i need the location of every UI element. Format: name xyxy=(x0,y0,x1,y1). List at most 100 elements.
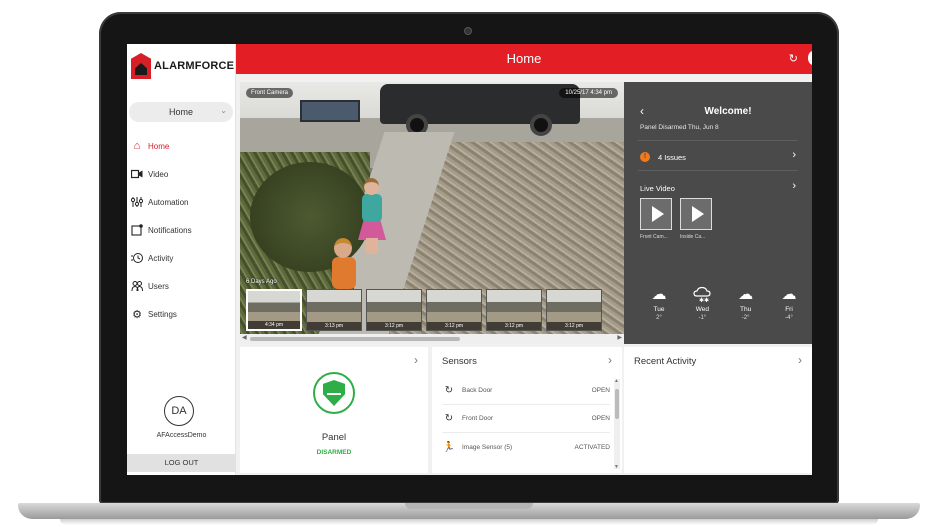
live-camera-tile[interactable]: Inside Ca... xyxy=(680,198,714,240)
cloud-icon: ☁ xyxy=(738,286,754,303)
panel-name: Panel xyxy=(321,432,347,443)
forecast-day-name: Thu xyxy=(740,306,752,313)
location-select[interactable]: Home ⌄ xyxy=(129,102,233,122)
camera-preview[interactable] xyxy=(640,198,672,230)
video-frame-trailer xyxy=(300,100,360,122)
sidebar-item-label: Home xyxy=(148,141,170,151)
forecast-temp: -4° xyxy=(785,315,793,321)
cloud-icon: ☁ xyxy=(781,286,797,303)
chevron-right-icon[interactable]: › xyxy=(414,353,418,367)
forecast-day: ✱✱ Wed -1° xyxy=(687,286,717,321)
clip-time: 4:34 pm xyxy=(248,321,300,329)
live-video-link[interactable]: Live Video xyxy=(640,184,675,193)
panel-status-summary: Panel Disarmed Thu, Jun 8 xyxy=(640,124,719,131)
live-camera-tile[interactable]: Front Cam... xyxy=(640,198,674,240)
user-name: AFAccessDemo xyxy=(156,432,207,439)
scrollbar-thumb[interactable] xyxy=(250,337,460,341)
clip-thumbnails: 4:34 pm 3:13 pm 3:12 pm 3:12 pm 3:12 pm … xyxy=(246,289,624,331)
sensor-row[interactable]: ↻ Back Door OPEN xyxy=(442,377,610,405)
issues-link[interactable]: 4 Issues xyxy=(658,153,686,162)
logout-button[interactable]: LOG OUT xyxy=(127,454,236,472)
svg-text:✱✱: ✱✱ xyxy=(699,297,709,304)
sidebar-item-home[interactable]: ⌂ Home xyxy=(127,132,236,160)
sidebar-item-automation[interactable]: Automation xyxy=(127,188,236,216)
recent-activity-card[interactable]: Recent Activity › xyxy=(624,347,812,473)
activity-icon xyxy=(130,251,144,265)
sensors-card: Sensors › ↻ Back Door OPEN ↻ Front Door … xyxy=(432,347,622,473)
home-icon: ⌂ xyxy=(133,140,141,152)
laptop-shadow xyxy=(60,519,878,525)
scroll-up-icon[interactable]: ▲ xyxy=(614,378,619,384)
sensor-name: Back Door xyxy=(462,387,493,394)
video-camera-icon xyxy=(130,167,144,181)
chevron-right-icon[interactable]: › xyxy=(792,180,796,192)
door-sensor-icon: ↻ xyxy=(444,385,454,396)
clip-thumbnail[interactable]: 3:12 pm xyxy=(366,289,422,331)
clip-time: 3:12 pm xyxy=(427,322,481,330)
video-frame-wheel xyxy=(530,114,552,136)
camera-preview[interactable] xyxy=(680,198,712,230)
warning-icon: ! xyxy=(640,152,650,162)
clip-time: 3:13 pm xyxy=(307,322,361,330)
sensor-row[interactable]: ↻ Front Door OPEN xyxy=(442,405,610,433)
users-icon xyxy=(130,279,144,293)
scrollbar-thumb[interactable] xyxy=(615,389,619,419)
forecast-temp: -2° xyxy=(741,315,750,321)
gear-icon: ⚙ xyxy=(132,308,142,321)
avatar[interactable]: DA xyxy=(164,396,194,426)
forecast-day: ☁ Thu -2° xyxy=(731,286,761,321)
clip-thumbnail[interactable]: 3:13 pm xyxy=(306,289,362,331)
clip-thumbnail[interactable]: 3:12 pm xyxy=(546,289,602,331)
sensor-name: Front Door xyxy=(462,415,494,422)
sensor-status: OPEN xyxy=(591,387,610,394)
video-frame-child xyxy=(332,257,356,289)
shield-dash-icon xyxy=(327,393,341,395)
scroll-left-icon[interactable]: ◀ xyxy=(242,334,247,341)
brand-logo[interactable]: ALARMFORCE xyxy=(127,44,236,88)
alarmforce-logo-icon xyxy=(131,53,151,79)
clip-thumbnail[interactable]: 4:34 pm xyxy=(246,289,302,331)
sidebar-item-users[interactable]: Users xyxy=(127,272,236,300)
weather-forecast: ☁ Tue 2° ✱✱ Wed -1° ☁ Thu -2° ☁ Fri -4° xyxy=(644,286,804,321)
motion-sensor-icon: 🏃 xyxy=(442,441,456,453)
sidebar-nav: ⌂ Home Video Automation Notifications Ac… xyxy=(127,132,236,328)
clip-strip-label: 6 Days Ago xyxy=(246,279,277,285)
forecast-day-name: Wed xyxy=(695,306,709,313)
clip-scrollbar[interactable]: ◀ ▶ xyxy=(240,334,624,344)
clip-thumbnail[interactable]: 3:12 pm xyxy=(426,289,482,331)
sensors-scrollbar[interactable]: ▲ ▼ xyxy=(614,378,620,470)
sidebar-item-notifications[interactable]: Notifications xyxy=(127,216,236,244)
chevron-down-icon: ⌄ xyxy=(220,106,227,115)
location-select-value: Home xyxy=(168,107,193,117)
sensors-title: Sensors xyxy=(442,356,477,367)
video-player[interactable]: Front Camera 10/25/17 4:34 pm 6 Days Ago… xyxy=(240,82,624,344)
chevron-right-icon[interactable]: › xyxy=(792,149,796,161)
clip-thumbnail[interactable]: 3:12 pm xyxy=(486,289,542,331)
welcome-panel: ‹ Welcome! Panel Disarmed Thu, Jun 8 ! 4… xyxy=(624,82,812,344)
door-sensor-icon: ↻ xyxy=(444,413,454,424)
webcam-icon xyxy=(465,28,471,34)
sliders-icon xyxy=(130,195,144,209)
laptop-base-notch xyxy=(405,503,533,509)
sidebar-item-activity[interactable]: Activity xyxy=(127,244,236,272)
divider xyxy=(638,170,798,171)
play-icon xyxy=(691,206,704,222)
cloud-icon: ☁ xyxy=(651,286,667,303)
video-frame-child xyxy=(362,194,382,222)
brand-name: ALARMFORCE xyxy=(154,60,235,72)
scroll-down-icon[interactable]: ▼ xyxy=(614,464,619,470)
forecast-day-name: Tue xyxy=(653,306,665,313)
refresh-icon[interactable]: ↻ xyxy=(789,52,798,65)
chevron-right-icon[interactable]: › xyxy=(798,353,802,367)
sensor-name: Image Sensor (5) xyxy=(462,443,513,451)
panel-status-badge: DISARMED xyxy=(316,449,352,456)
notification-icon xyxy=(130,223,144,237)
profile-icon[interactable] xyxy=(808,51,812,65)
scroll-right-icon[interactable]: ▶ xyxy=(617,334,622,341)
sensor-row[interactable]: 🏃 Image Sensor (5) ACTIVATED xyxy=(442,433,610,461)
chevron-right-icon[interactable]: › xyxy=(608,353,612,367)
sidebar-item-video[interactable]: Video xyxy=(127,160,236,188)
sidebar-item-label: Notifications xyxy=(148,225,192,235)
sidebar-item-settings[interactable]: ⚙ Settings xyxy=(127,300,236,328)
panel-card[interactable]: › Panel DISARMED xyxy=(240,347,428,473)
